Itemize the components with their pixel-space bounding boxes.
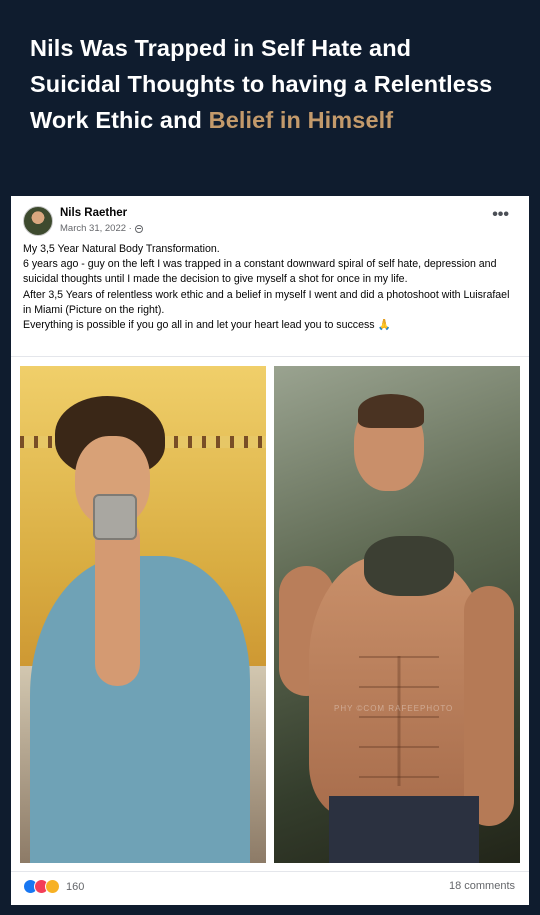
comments-count[interactable]: 18 comments [449,880,515,892]
post-date-row: March 31, 2022 · [60,223,143,234]
post-paragraph: 6 years ago - guy on the left I was trap… [23,258,497,286]
teen-arm [95,516,140,686]
facebook-post-card: Nils Raether March 31, 2022 · ••• My 3,5… [11,196,529,905]
teen-body [30,556,250,863]
post-date[interactable]: March 31, 2022 · [60,223,132,234]
after-photo[interactable]: PHY ©COM RAFEEPHOTO [274,366,520,863]
wow-icon [45,879,60,894]
post-header: Nils Raether March 31, 2022 · ••• [23,206,517,236]
globe-icon [134,224,143,233]
post-paragraph: My 3,5 Year Natural Body Transformation. [23,243,220,255]
headline-accent-text: Belief in Himself [208,107,394,133]
reaction-count[interactable]: 160 [66,881,84,893]
post-paragraph: After 3,5 Years of relentless work ethic… [23,288,510,316]
post-paragraph: Everything is possible if you go all in … [23,319,391,332]
author-avatar[interactable] [23,206,53,236]
post-text: My 3,5 Year Natural Body Transformation.… [23,242,519,333]
before-photo[interactable] [20,366,266,863]
divider [11,871,529,872]
post-footer: 160 18 comments [23,878,517,896]
divider [11,356,529,357]
tank-top [364,536,454,596]
more-options-icon[interactable]: ••• [492,207,509,223]
author-name[interactable]: Nils Raether [60,207,127,219]
reactions-summary[interactable]: 160 [23,879,84,894]
article-headline: Nils Was Trapped in Self Hate and Suicid… [30,30,500,138]
man-arm-right [464,586,514,826]
phone-icon [93,494,137,540]
jeans [329,796,479,863]
abs-shading [359,656,439,786]
photo-watermark: PHY ©COM RAFEEPHOTO [334,704,454,713]
man-hair [358,394,424,428]
